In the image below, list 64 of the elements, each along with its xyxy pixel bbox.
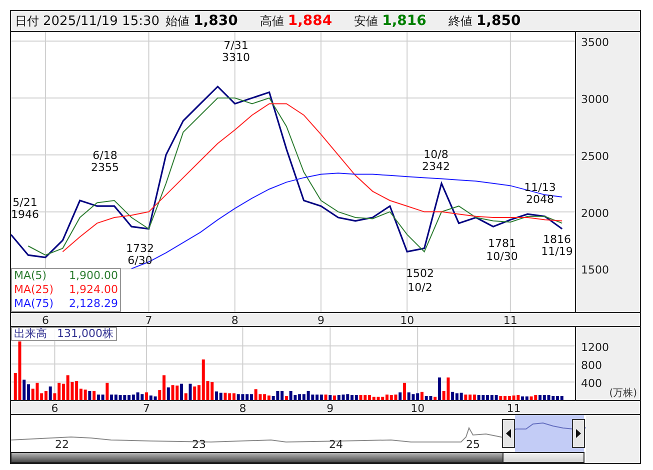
chart-annotation: 1781 xyxy=(488,237,516,250)
axis-label: 9 xyxy=(326,402,334,414)
chart-annotation: 10/2 xyxy=(408,281,432,294)
axis-label: 2500 xyxy=(581,150,609,163)
price-value: 1,816 xyxy=(382,13,426,29)
scroll-thumb[interactable] xyxy=(502,452,584,463)
legend-label: MA(5) xyxy=(14,269,47,283)
axis-label: 7 xyxy=(143,402,150,414)
axis-label: 400 xyxy=(581,376,602,390)
legend-value: 1,924.00 xyxy=(69,283,118,297)
volume-value: 131,000株 xyxy=(57,328,114,340)
chart-annotation: 10/30 xyxy=(486,250,518,263)
price-label: 高値 xyxy=(260,12,284,30)
axis-label: 800 xyxy=(581,358,602,372)
chart-annotation: 6/18 xyxy=(92,149,118,162)
axis-label: 2000 xyxy=(581,206,609,220)
axis-label: 1500 xyxy=(581,264,609,277)
right-handle[interactable] xyxy=(572,419,585,448)
chart-annotation: 1732 xyxy=(126,242,154,255)
chart-annotation: 1502 xyxy=(406,267,434,280)
axis-label: 11 xyxy=(503,314,518,326)
price-label: 安値 xyxy=(354,12,378,30)
chart-annotation: 6/30 xyxy=(128,254,152,267)
axis-label: 11 xyxy=(506,402,521,414)
chart-annotation: 1816 xyxy=(543,233,571,246)
price-value: 1,884 xyxy=(288,13,332,29)
date-time: 2025/11/19 15:30 xyxy=(43,14,160,28)
chart-annotation: 1946 xyxy=(11,208,39,221)
left-handle[interactable] xyxy=(502,419,515,448)
chart-annotation: 3310 xyxy=(222,51,250,64)
year-label: 24 xyxy=(329,438,343,451)
axis-label: 3500 xyxy=(581,36,609,50)
chart-annotation: 5/21 xyxy=(12,196,38,209)
axis-label: 8 xyxy=(239,402,246,414)
axis-label: 6 xyxy=(42,314,49,326)
year-label: 25 xyxy=(466,438,480,451)
legend-label: MA(75) xyxy=(14,297,54,311)
chart-annotation: 2342 xyxy=(422,160,450,173)
price-label: 始値 xyxy=(166,12,190,30)
price-value: 1,850 xyxy=(476,13,521,29)
axis-label: 1200 xyxy=(581,340,609,354)
unit-label: (万株) xyxy=(609,388,637,399)
axis-label: 6 xyxy=(51,402,58,414)
date-label: 日付 xyxy=(15,12,39,30)
axis-label: 10 xyxy=(400,314,414,326)
price-value: 1,830 xyxy=(194,13,238,29)
axis-label: 3000 xyxy=(581,93,609,106)
chart-annotation: 11/19 xyxy=(541,245,573,258)
chart-annotation: 10/8 xyxy=(424,148,448,161)
chart-annotation: 7/31 xyxy=(224,39,248,52)
year-label: 23 xyxy=(192,438,206,451)
price-label: 終値 xyxy=(448,12,472,30)
chart-annotation: 2355 xyxy=(91,161,119,174)
axis-label: 10 xyxy=(410,402,425,414)
legend-value: 1,900.00 xyxy=(69,269,118,283)
legend-label: MA(25) xyxy=(14,283,54,297)
legend-value: 2,128.29 xyxy=(69,297,118,311)
volume-label: 出来高 xyxy=(14,328,47,340)
chart-annotation: 2048 xyxy=(526,193,554,206)
axis-label: 8 xyxy=(231,314,238,326)
axis-label: 9 xyxy=(317,314,324,326)
axis-label: 7 xyxy=(145,314,152,326)
year-label: 22 xyxy=(55,438,69,451)
chart-annotation: 11/13 xyxy=(524,181,556,194)
